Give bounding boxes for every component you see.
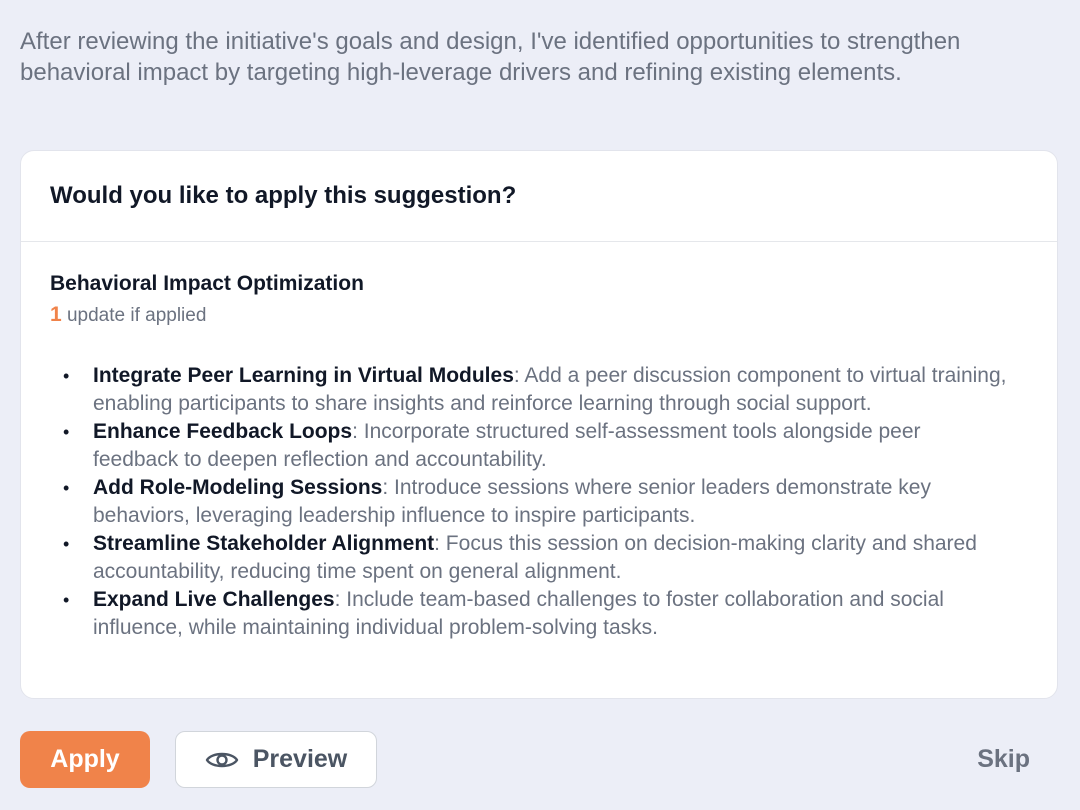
bullet-icon: • — [63, 478, 70, 498]
bullet-icon: • — [63, 534, 70, 554]
item-title: Integrate Peer Learning in Virtual Modul… — [93, 364, 514, 387]
card-header: Would you like to apply this suggestion? — [21, 151, 1057, 242]
apply-button[interactable]: Apply — [20, 731, 150, 788]
preview-button[interactable]: Preview — [175, 731, 377, 788]
item-title: Expand Live Challenges — [93, 588, 335, 611]
item-title: Streamline Stakeholder Alignment — [93, 532, 435, 555]
skip-button[interactable]: Skip — [977, 731, 1030, 788]
suggestion-card: Would you like to apply this suggestion?… — [20, 150, 1058, 699]
list-item: • Streamline Stakeholder Alignment: Focu… — [50, 530, 1028, 586]
update-count: 1 — [50, 303, 62, 326]
card-body: Behavioral Impact Optimization 1 update … — [21, 242, 1057, 642]
list-item: • Integrate Peer Learning in Virtual Mod… — [50, 362, 1028, 418]
bullet-icon: • — [63, 366, 70, 386]
list-item: • Expand Live Challenges: Include team-b… — [50, 586, 1028, 642]
item-title: Enhance Feedback Loops — [93, 420, 353, 443]
suggestion-list: • Integrate Peer Learning in Virtual Mod… — [50, 362, 1028, 642]
preview-label: Preview — [252, 745, 348, 773]
bullet-icon: • — [63, 590, 70, 610]
update-summary: 1 update if applied — [50, 303, 1028, 328]
card-title: Would you like to apply this suggestion? — [50, 182, 517, 209]
update-label: update if applied — [61, 305, 207, 326]
action-bar: Apply Preview Skip — [20, 731, 1060, 788]
list-item: • Add Role-Modeling Sessions: Introduce … — [50, 474, 1028, 530]
suggestion-title: Behavioral Impact Optimization — [50, 272, 364, 295]
list-item: • Enhance Feedback Loops: Incorporate st… — [50, 418, 1028, 474]
bullet-icon: • — [63, 422, 70, 442]
eye-icon — [205, 749, 239, 771]
intro-text: After reviewing the initiative's goals a… — [20, 28, 961, 86]
item-title: Add Role-Modeling Sessions — [93, 476, 383, 499]
